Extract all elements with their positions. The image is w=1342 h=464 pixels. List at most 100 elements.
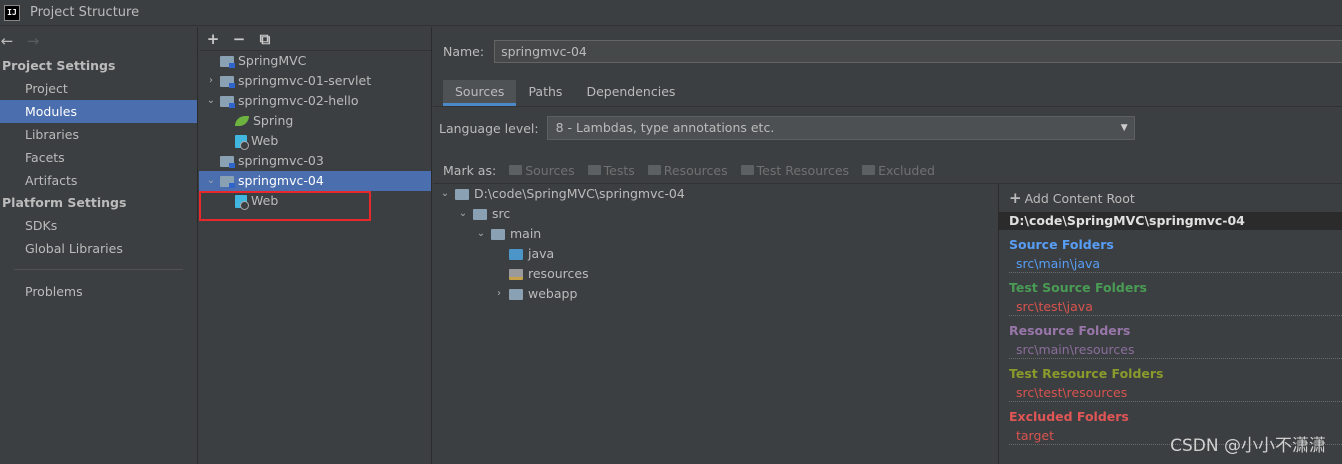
add-content-root-button[interactable]: + Add Content Root bbox=[999, 184, 1342, 212]
folder-tree-label: resources bbox=[528, 266, 589, 281]
module-tree-row[interactable]: Web bbox=[199, 131, 431, 151]
watermark: CSDN @小小不潇潇 bbox=[1170, 436, 1326, 456]
tabs-divider bbox=[433, 106, 1342, 107]
module-folder-icon bbox=[220, 155, 235, 168]
mark-excluded-label: Excluded bbox=[878, 162, 935, 178]
sidebar-divider bbox=[14, 269, 183, 270]
sidebar-item-sdks[interactable]: SDKs bbox=[0, 214, 197, 237]
folder-tree-row[interactable]: java bbox=[433, 244, 998, 264]
chevron-down-icon[interactable]: ⌄ bbox=[439, 184, 451, 204]
source-folders-group: Source Folders src\main\java bbox=[999, 236, 1342, 273]
mark-resources-label: Resources bbox=[663, 162, 728, 178]
spring-facet-icon bbox=[235, 116, 249, 126]
chevron-down-icon[interactable]: ⌄ bbox=[457, 204, 469, 224]
folder-icon bbox=[491, 228, 505, 240]
tab-dependencies[interactable]: Dependencies bbox=[574, 80, 687, 106]
chevron-down-icon[interactable]: ⌄ bbox=[475, 224, 487, 244]
folder-tree-label: java bbox=[528, 246, 555, 261]
chevron-down-icon[interactable]: ⌄ bbox=[205, 91, 217, 111]
mark-test-resources-label: Test Resources bbox=[756, 162, 850, 178]
module-folder-icon bbox=[220, 75, 235, 88]
mark-tests-button[interactable]: Tests bbox=[587, 162, 635, 178]
source-folder-icon bbox=[509, 248, 523, 260]
module-tree-label: SpringMVC bbox=[238, 53, 307, 68]
test-source-folder-path[interactable]: src\test\java bbox=[1009, 297, 1342, 316]
sidebar-item-project[interactable]: Project bbox=[0, 77, 197, 100]
language-level-label: Language level: bbox=[439, 120, 539, 136]
language-level-row: Language level: 8 - Lambdas, type annota… bbox=[439, 116, 1135, 140]
folder-icon bbox=[455, 188, 469, 200]
module-tree: SpringMVC › springmvc-01-servlet ⌄ springmvc… bbox=[199, 51, 431, 211]
folder-tree-label: D:\code\SpringMVC\springmvc-04 bbox=[474, 186, 685, 201]
module-toolbar: + − ⧉ bbox=[199, 27, 431, 51]
tab-sources[interactable]: Sources bbox=[443, 80, 517, 106]
chevron-right-icon[interactable]: › bbox=[205, 71, 217, 91]
resource-folder-path[interactable]: src\main\resources bbox=[1009, 340, 1342, 359]
folder-icon bbox=[587, 165, 601, 175]
module-tree-label: springmvc-02-hello bbox=[238, 93, 359, 108]
mark-test-resources-button[interactable]: Test Resources bbox=[740, 162, 850, 178]
chevron-down-icon[interactable]: ⌄ bbox=[205, 171, 217, 191]
test-resource-folder-path[interactable]: src\test\resources bbox=[1009, 383, 1342, 402]
sidebar-item-facets[interactable]: Facets bbox=[0, 146, 197, 169]
name-label: Name: bbox=[443, 44, 485, 59]
remove-icon[interactable]: − bbox=[232, 30, 246, 48]
module-detail-panel: Name: springmvc-04 Sources Paths Depende… bbox=[433, 27, 1342, 464]
mark-tests-label: Tests bbox=[603, 162, 635, 178]
source-folders-title: Source Folders bbox=[1009, 237, 1114, 252]
folder-icon bbox=[509, 165, 523, 175]
folder-tree-label: main bbox=[510, 226, 542, 241]
resource-folders-group: Resource Folders src\main\resources bbox=[999, 322, 1342, 359]
plus-icon: + bbox=[1009, 189, 1022, 207]
mark-as-toolbar: Mark as: Sources Tests Resources Test Re… bbox=[443, 160, 935, 180]
title-bar: IJ Project Structure bbox=[0, 0, 1342, 26]
module-tree-row[interactable]: › springmvc-01-servlet bbox=[199, 71, 431, 91]
nav-arrows: ← → bbox=[0, 27, 197, 55]
folder-icon bbox=[862, 165, 876, 175]
mark-as-label: Mark as: bbox=[443, 162, 497, 178]
folder-tree-row[interactable]: resources bbox=[433, 264, 998, 284]
module-name-field[interactable]: springmvc-04 bbox=[494, 40, 1342, 63]
test-source-folders-group: Test Source Folders src\test\java bbox=[999, 279, 1342, 316]
module-tree-row[interactable]: ⌄ springmvc-02-hello bbox=[199, 91, 431, 111]
folder-tree-row[interactable]: ⌄ src bbox=[433, 204, 998, 224]
sidebar-item-libraries[interactable]: Libraries bbox=[0, 123, 197, 146]
copy-icon[interactable]: ⧉ bbox=[258, 30, 272, 48]
language-level-dropdown[interactable]: 8 - Lambdas, type annotations etc. bbox=[546, 116, 1135, 140]
mark-sources-button[interactable]: Sources bbox=[509, 163, 575, 178]
mark-resources-button[interactable]: Resources bbox=[647, 162, 728, 178]
sidebar-item-problems[interactable]: Problems bbox=[0, 280, 197, 303]
back-arrow-icon[interactable]: ← bbox=[0, 32, 14, 50]
sidebar-item-global-libraries[interactable]: Global Libraries bbox=[0, 237, 197, 260]
tab-bar: Sources Paths Dependencies bbox=[443, 80, 687, 106]
folder-icon bbox=[647, 165, 661, 175]
add-content-root-label: Add Content Root bbox=[1024, 191, 1135, 206]
chevron-right-icon[interactable]: › bbox=[493, 284, 505, 304]
folder-tree-label: webapp bbox=[528, 286, 578, 301]
module-tree-row[interactable]: Web bbox=[199, 191, 431, 211]
module-tree-row[interactable]: springmvc-03 bbox=[199, 151, 431, 171]
sidebar-item-artifacts[interactable]: Artifacts bbox=[0, 169, 197, 192]
module-tree-panel: + − ⧉ SpringMVC › springmvc-01-servlet ⌄ spr… bbox=[199, 27, 432, 464]
content-root-panel: + Add Content Root D:\code\SpringMVC\spri… bbox=[998, 184, 1342, 464]
sidebar-item-modules[interactable]: Modules bbox=[0, 100, 197, 123]
folder-icon bbox=[509, 288, 523, 300]
module-folder-icon bbox=[220, 95, 235, 108]
module-tree-label: Web bbox=[251, 133, 279, 148]
mark-excluded-button[interactable]: Excluded bbox=[862, 163, 935, 178]
folder-tree-row[interactable]: › webapp bbox=[433, 284, 998, 304]
module-tree-row[interactable]: SpringMVC bbox=[199, 51, 431, 71]
folder-tree-row[interactable]: ⌄ D:\code\SpringMVC\springmvc-04 bbox=[433, 184, 998, 204]
settings-sidebar: ← → Project Settings Project Modules Lib… bbox=[0, 27, 198, 464]
add-icon[interactable]: + bbox=[206, 30, 220, 48]
test-resource-folders-group: Test Resource Folders src\test\resources bbox=[999, 365, 1342, 402]
forward-arrow-icon[interactable]: → bbox=[26, 32, 40, 50]
test-resource-folders-title: Test Resource Folders bbox=[1009, 366, 1164, 381]
source-folder-path[interactable]: src\main\java bbox=[1009, 254, 1342, 273]
tab-paths[interactable]: Paths bbox=[516, 80, 574, 106]
module-tree-label: springmvc-03 bbox=[238, 153, 324, 168]
folder-tree-row[interactable]: ⌄ main bbox=[433, 224, 998, 244]
module-tree-row[interactable]: Spring bbox=[199, 111, 431, 131]
module-tree-row[interactable]: ⌄ springmvc-04 bbox=[199, 171, 431, 191]
resource-folders-title: Resource Folders bbox=[1009, 323, 1131, 338]
